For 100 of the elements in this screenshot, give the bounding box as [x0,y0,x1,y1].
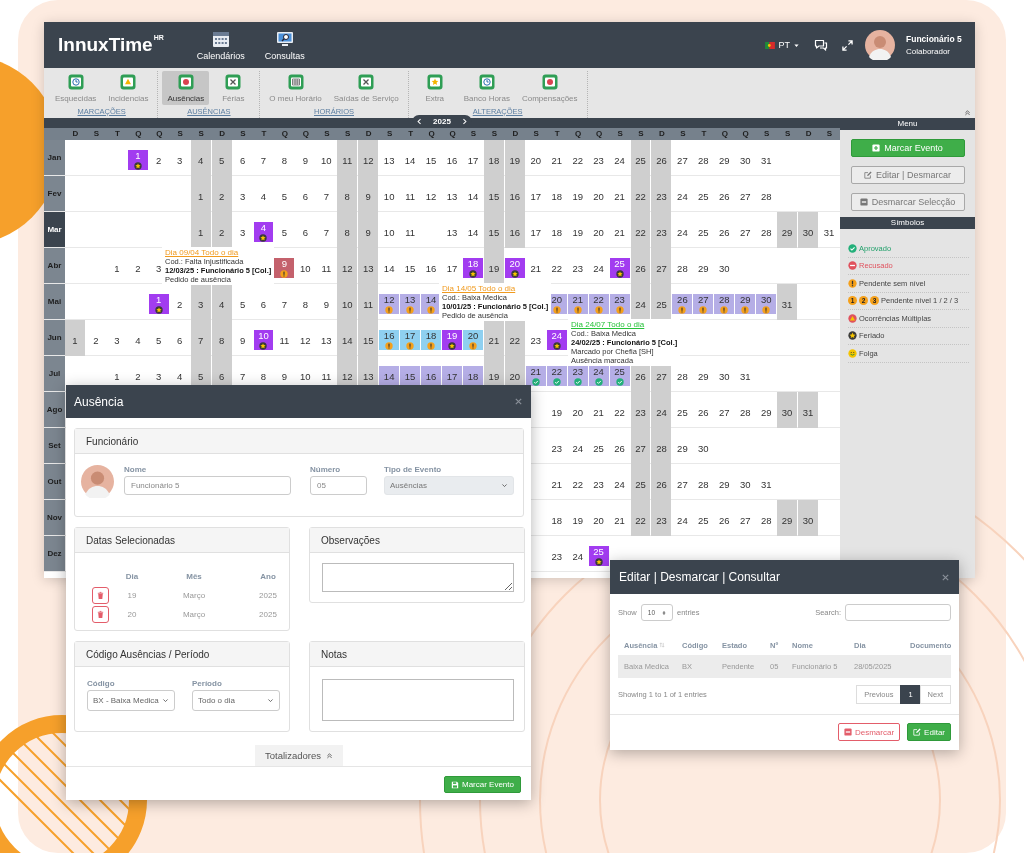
day-cell[interactable]: 27 [735,212,756,248]
day-cell[interactable]: 1 [127,150,148,170]
day-cell[interactable]: 16 [504,176,525,212]
day-cell[interactable]: 28 [756,212,777,248]
totals-toggle[interactable]: Totalizadores [255,745,343,766]
day-cell[interactable]: 18 [462,366,483,386]
day-cell[interactable]: 26 [714,176,735,212]
day-cell[interactable]: 9 [358,212,379,248]
day-cell[interactable]: 10 [253,330,274,350]
day-cell[interactable]: 19 [504,140,525,176]
day-cell[interactable]: 23 [525,320,546,356]
day-cell[interactable]: 23 [651,500,672,536]
observations-field[interactable] [322,563,514,592]
month-label[interactable]: Jun [44,320,65,355]
menu-button[interactable]: Editar | Desmarcar [850,166,965,184]
day-cell[interactable]: 30 [777,392,798,428]
month-label[interactable]: Jan [44,140,65,175]
day-cell[interactable]: 4 [211,284,232,320]
day-cell[interactable]: 5 [148,320,169,356]
day-cell[interactable]: 15 [400,248,421,284]
day-cell[interactable]: 23 [651,212,672,248]
day-cell[interactable]: 18 [421,330,441,350]
day-cell[interactable]: 14 [400,140,421,176]
day-cell[interactable]: 14 [462,176,483,212]
day-cell[interactable]: 28 [756,176,777,212]
day-cell[interactable]: 28 [672,248,693,284]
day-cell[interactable]: 12 [358,140,379,176]
day-cell[interactable]: 21 [525,248,546,284]
day-cell[interactable]: 19 [567,212,588,248]
day-cell[interactable]: 6 [169,320,190,356]
day-cell[interactable]: 24 [672,212,693,248]
day-cell[interactable]: 4 [127,320,148,356]
month-label[interactable]: Abr [44,248,65,283]
day-cell[interactable]: 12 [379,294,400,314]
day-cell[interactable]: 30 [714,356,735,392]
day-cell[interactable]: 20 [462,330,483,350]
nav-button[interactable]: Consultas [261,29,308,61]
day-cell[interactable]: 3 [232,212,253,248]
day-cell[interactable]: 20 [567,392,588,428]
day-cell[interactable]: 25 [630,464,651,500]
day-cell[interactable]: 26 [672,294,693,314]
day-cell[interactable]: 29 [714,140,735,176]
day-cell[interactable]: 19 [442,330,462,350]
day-cell[interactable]: 18 [462,258,483,278]
day-cell[interactable]: 8 [337,212,358,248]
day-cell[interactable]: 20 [588,176,609,212]
day-cell[interactable]: 26 [630,248,651,284]
day-cell[interactable]: 20 [588,212,609,248]
day-cell[interactable]: 13 [316,320,337,356]
month-label[interactable]: Set [44,428,65,463]
day-cell[interactable]: 28 [756,500,777,536]
day-cell[interactable]: 21 [483,320,504,356]
day-cell[interactable]: 30 [735,140,756,176]
day-cell[interactable]: 16 [504,212,525,248]
day-cell[interactable]: 28 [693,464,714,500]
name-field[interactable]: Funcionário 5 [124,476,291,495]
day-cell[interactable]: 28 [693,140,714,176]
previous-year-button[interactable] [416,118,424,125]
day-cell[interactable]: 21 [609,212,630,248]
day-cell[interactable]: 6 [253,284,274,320]
close-button[interactable] [514,397,523,406]
day-cell[interactable]: 2 [127,248,148,284]
month-label[interactable]: Dez [44,536,65,571]
collapse-button[interactable] [964,109,971,116]
month-label[interactable]: Fev [44,176,65,211]
day-cell[interactable]: 11 [400,176,421,212]
day-cell[interactable]: 11 [274,320,295,356]
day-cell[interactable]: 1 [65,320,85,356]
day-cell[interactable]: 4 [253,176,274,212]
day-cell[interactable]: 24 [588,248,609,284]
day-cell[interactable]: 12 [337,248,358,284]
day-cell[interactable]: 24 [672,500,693,536]
day-cell[interactable]: 25 [693,176,714,212]
day-cell[interactable]: 11 [400,212,421,248]
day-cell[interactable]: 25 [609,366,630,386]
day-cell[interactable]: 9 [358,176,379,212]
day-cell[interactable]: 23 [567,248,588,284]
day-cell[interactable]: 29 [714,464,735,500]
day-cell[interactable]: 10 [379,176,400,212]
day-cell[interactable]: 9 [274,258,295,278]
day-cell[interactable]: 22 [630,500,651,536]
nav-button[interactable]: Calendários [193,29,248,61]
day-cell[interactable]: 18 [546,500,567,536]
day-cell[interactable]: 22 [546,248,567,284]
month-label[interactable]: Mar [44,212,65,247]
day-cell[interactable]: 1 [190,176,211,212]
day-cell[interactable]: 21 [546,140,567,176]
day-cell[interactable]: 7 [274,284,295,320]
day-cell[interactable]: 22 [588,294,609,314]
day-cell[interactable]: 14 [379,248,400,284]
day-cell[interactable]: 18 [546,212,567,248]
day-cell[interactable]: 7 [316,212,337,248]
month-label[interactable]: Out [44,464,65,499]
day-cell[interactable]: 22 [567,464,588,500]
day-cell[interactable]: 29 [693,356,714,392]
day-cell[interactable]: 17 [525,176,546,212]
day-cell[interactable]: 28 [714,294,735,314]
day-cell[interactable]: 2 [85,320,106,356]
delete-button[interactable] [91,587,109,604]
day-cell[interactable]: 14 [337,320,358,356]
